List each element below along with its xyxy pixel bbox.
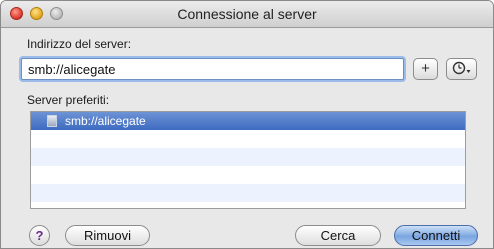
list-item[interactable]: smb://alicegate <box>31 112 465 130</box>
add-to-favorites-button[interactable]: + <box>413 58 438 80</box>
server-icon <box>47 115 57 127</box>
title-bar: Connessione al server <box>1 1 493 28</box>
connect-to-server-window: Connessione al server Indirizzo del serv… <box>0 0 494 249</box>
browse-button[interactable]: Cerca <box>295 225 381 246</box>
clock-dropdown-icon <box>452 61 470 75</box>
empty-row <box>31 166 465 184</box>
empty-row <box>31 184 465 202</box>
help-button[interactable]: ? <box>29 225 50 246</box>
empty-row <box>31 148 465 166</box>
empty-row <box>31 202 465 208</box>
server-address-input[interactable]: smb://alicegate <box>21 58 404 80</box>
list-item-label: smb://alicegate <box>65 114 146 128</box>
favorite-servers-label: Server preferiti: <box>27 93 110 107</box>
remove-button[interactable]: Rimuovi <box>65 225 150 246</box>
connect-button[interactable]: Connetti <box>394 225 478 246</box>
server-address-label: Indirizzo del server: <box>27 37 132 51</box>
window-title: Connessione al server <box>177 6 317 22</box>
recent-servers-button[interactable] <box>446 58 477 80</box>
favorite-servers-list: smb://alicegate <box>30 111 466 209</box>
empty-row <box>31 130 465 148</box>
